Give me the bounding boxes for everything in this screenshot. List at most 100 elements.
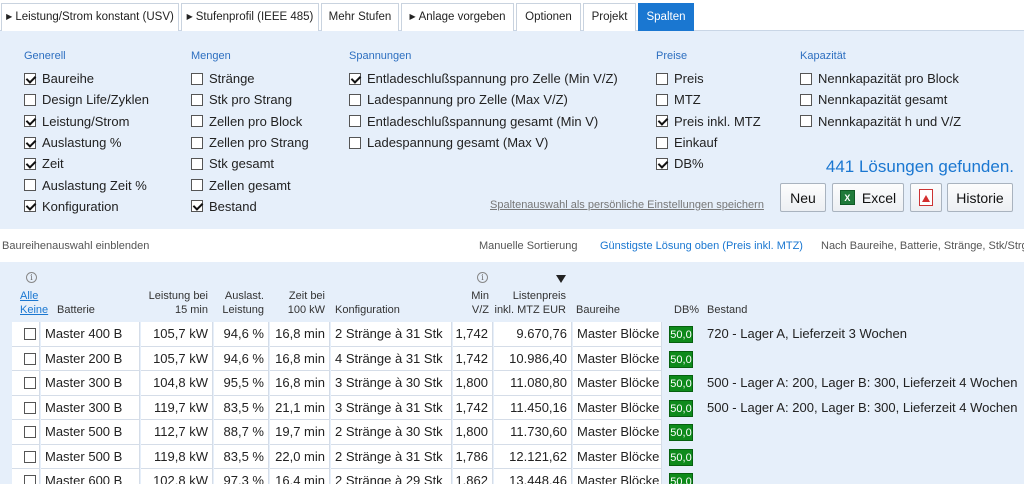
column-option[interactable]: Zeit	[24, 153, 149, 174]
tab-optionen[interactable]: Optionen	[516, 3, 581, 31]
column-option[interactable]: Bestand	[191, 196, 309, 217]
checkbox-unchecked[interactable]	[800, 72, 812, 85]
sort-manual-option[interactable]: Manuelle Sortierung	[479, 240, 577, 252]
checkbox-unchecked[interactable]	[349, 115, 361, 128]
row-checkbox[interactable]	[24, 426, 36, 438]
checkbox-checked[interactable]	[656, 157, 668, 170]
column-option[interactable]: Konfiguration	[24, 196, 149, 217]
tab-projekt[interactable]: Projekt	[583, 3, 636, 31]
header-batterie[interactable]: Batterie	[57, 303, 95, 317]
checkbox-checked[interactable]	[24, 157, 36, 170]
neu-button[interactable]: Neu	[780, 183, 826, 212]
row-checkbox[interactable]	[24, 475, 36, 484]
checkbox-unchecked[interactable]	[349, 93, 361, 106]
sort-cheapest-option[interactable]: Günstigste Lösung oben (Preis inkl. MTZ)	[600, 240, 803, 252]
column-option[interactable]: Einkauf	[656, 132, 761, 153]
pdf-button[interactable]	[910, 183, 942, 212]
column-option[interactable]: Preis inkl. MTZ	[656, 111, 761, 132]
row-checkbox[interactable]	[24, 401, 36, 414]
column-option[interactable]: Auslastung Zeit %	[24, 174, 149, 195]
tab-mehr-stufen[interactable]: Mehr Stufen	[321, 3, 399, 31]
show-series-selection-link[interactable]: Baureihenauswahl einblenden	[2, 240, 149, 252]
select-none-link[interactable]: Keine	[20, 303, 48, 317]
table-row[interactable]: Master 200 B 105,7 kW 94,6 % 16,8 min 4 Strä…	[0, 346, 1010, 371]
option-label: Stränge	[209, 71, 255, 87]
column-option[interactable]: Auslastung %	[24, 132, 149, 153]
checkbox-unchecked[interactable]	[24, 179, 36, 192]
checkbox-unchecked[interactable]	[191, 115, 203, 128]
save-column-selection-link[interactable]: Spaltenauswahl als persönliche Einstellu…	[490, 199, 764, 211]
info-icon[interactable]: i	[477, 272, 488, 283]
column-option[interactable]: Design Life/Zyklen	[24, 89, 149, 110]
sort-by-series-option[interactable]: Nach Baureihe, Batterie, Stränge, Stk/St…	[821, 240, 1024, 252]
column-option[interactable]: Nennkapazität gesamt	[800, 89, 961, 110]
row-checkbox[interactable]	[24, 328, 36, 340]
checkbox-checked[interactable]	[191, 200, 203, 213]
column-option[interactable]: Entladeschlußspannung gesamt (Min V)	[349, 111, 618, 132]
column-option[interactable]: Stk pro Strang	[191, 89, 309, 110]
checkbox-unchecked[interactable]	[656, 136, 668, 149]
checkbox-unchecked[interactable]	[191, 179, 203, 192]
excel-icon: X	[839, 190, 855, 205]
row-checkbox[interactable]	[24, 352, 36, 365]
column-option[interactable]: MTZ	[656, 89, 761, 110]
header-baureihe[interactable]: Baureihe	[576, 303, 620, 317]
header-zeit[interactable]: Zeit bei 100 kW	[270, 289, 325, 317]
column-option[interactable]: Zellen pro Strang	[191, 132, 309, 153]
column-option[interactable]: Stk gesamt	[191, 153, 309, 174]
checkbox-unchecked[interactable]	[800, 93, 812, 106]
column-option[interactable]: Zellen gesamt	[191, 174, 309, 195]
column-option[interactable]: Stränge	[191, 68, 309, 89]
column-option[interactable]: Preis	[656, 68, 761, 89]
tab-leistung-strom[interactable]: ▶ Leistung/Strom konstant (USV)	[1, 3, 179, 31]
row-checkbox[interactable]	[24, 377, 36, 389]
column-option[interactable]: Baureihe	[24, 68, 149, 89]
column-option[interactable]: Leistung/Strom	[24, 111, 149, 132]
checkbox-unchecked[interactable]	[800, 115, 812, 128]
cell-preis: 11.730,60	[494, 420, 572, 445]
tab-anlage-vorgeben[interactable]: ▶ Anlage vorgeben	[401, 3, 514, 31]
checkbox-unchecked[interactable]	[191, 157, 203, 170]
header-konfiguration[interactable]: Konfiguration	[335, 303, 400, 317]
info-icon[interactable]: i	[26, 272, 37, 283]
table-row[interactable]: Master 300 B 104,8 kW 95,5 % 16,8 min 3 Strä…	[0, 371, 1018, 396]
table-row[interactable]: Master 500 B 119,8 kW 83,5 % 22,0 min 2 Strä…	[0, 444, 1010, 469]
checkbox-unchecked[interactable]	[191, 93, 203, 106]
header-db[interactable]: DB%	[674, 303, 699, 317]
column-option[interactable]: Zellen pro Block	[191, 111, 309, 132]
table-row[interactable]: Master 600 B 102,8 kW 97,3 % 16,4 min 2 Strä…	[0, 469, 1010, 484]
checkbox-unchecked[interactable]	[191, 136, 203, 149]
checkbox-checked[interactable]	[24, 72, 36, 85]
header-min-vz[interactable]: Min V/Z	[450, 289, 489, 317]
checkbox-checked[interactable]	[24, 200, 36, 213]
checkbox-unchecked[interactable]	[349, 136, 361, 149]
select-all-link[interactable]: Alle	[20, 289, 48, 303]
checkbox-checked[interactable]	[349, 72, 361, 85]
checkbox-checked[interactable]	[24, 136, 36, 149]
table-row[interactable]: Master 500 B 112,7 kW 88,7 % 19,7 min 2 Strä…	[0, 420, 1010, 445]
row-checkbox[interactable]	[24, 450, 36, 463]
checkbox-unchecked[interactable]	[191, 72, 203, 85]
column-option[interactable]: Nennkapazität pro Block	[800, 68, 961, 89]
column-option[interactable]: Entladeschlußspannung pro Zelle (Min V/Z…	[349, 68, 618, 89]
header-auslastung[interactable]: Auslast. Leistung	[214, 289, 264, 317]
checkbox-unchecked[interactable]	[24, 93, 36, 106]
tab-label: Optionen	[525, 11, 572, 23]
column-option[interactable]: Ladespannung gesamt (Max V)	[349, 132, 618, 153]
table-row[interactable]: Master 300 B 119,7 kW 83,5 % 21,1 min 3 Strä…	[0, 395, 1018, 420]
header-listenpreis[interactable]: Listenpreis inkl. MTZ EUR	[490, 289, 567, 317]
column-option[interactable]: Nennkapazität h und V/Z	[800, 111, 961, 132]
historie-button[interactable]: Historie	[947, 183, 1013, 212]
checkbox-checked[interactable]	[24, 115, 36, 128]
column-option[interactable]: DB%	[656, 153, 761, 174]
table-row[interactable]: Master 400 B 105,7 kW 94,6 % 16,8 min 2 Strä…	[0, 322, 1010, 347]
header-bestand[interactable]: Bestand	[707, 303, 747, 317]
checkbox-unchecked[interactable]	[656, 72, 668, 85]
column-option[interactable]: Ladespannung pro Zelle (Max V/Z)	[349, 89, 618, 110]
tab-stufenprofil[interactable]: ▶ Stufenprofil (IEEE 485)	[181, 3, 319, 31]
header-leistung[interactable]: Leistung bei 15 min	[140, 289, 208, 317]
checkbox-unchecked[interactable]	[656, 93, 668, 106]
checkbox-checked[interactable]	[656, 115, 668, 128]
tab-spalten[interactable]: Spalten	[638, 3, 694, 31]
excel-button[interactable]: X Excel	[832, 183, 904, 212]
